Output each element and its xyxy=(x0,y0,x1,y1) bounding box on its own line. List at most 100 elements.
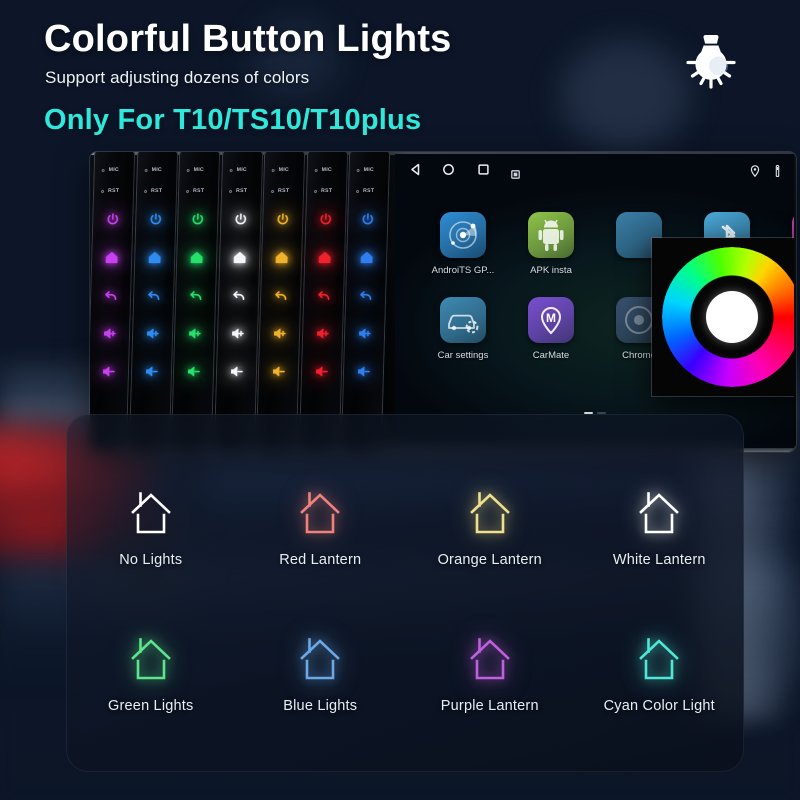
purple-strip-home-icon[interactable] xyxy=(100,246,123,268)
blue-strip-back-icon[interactable] xyxy=(141,284,164,306)
orange-strip-volume-up-icon[interactable] xyxy=(268,322,291,344)
page-subtitle: Support adjusting dozens of colors xyxy=(45,68,310,87)
android-screen: AndroiTS GP...APK instaluetoothBoo Car s… xyxy=(395,154,794,448)
blue-strip-volume-up-icon[interactable] xyxy=(140,322,163,344)
page-title: Colorful Button Lights xyxy=(44,18,452,60)
blue2-strip-volume-down-icon[interactable] xyxy=(352,360,375,382)
red-strip-volume-up-icon[interactable] xyxy=(310,322,333,344)
blue2-strip-home-icon[interactable] xyxy=(355,246,378,268)
gps-app-icon[interactable] xyxy=(440,212,486,258)
white-strip-power-icon[interactable] xyxy=(228,208,251,230)
color-option-label: Orange Lantern xyxy=(437,552,542,568)
color-option[interactable]: Orange Lantern xyxy=(405,486,575,568)
color-preview-swatch[interactable] xyxy=(706,291,758,343)
color-option[interactable]: White Lantern xyxy=(575,486,745,568)
red-strip: MIC RST xyxy=(298,152,348,452)
color-option-label: White Lantern xyxy=(612,552,706,568)
color-option[interactable]: No Lights xyxy=(66,486,236,568)
green-strip-home-icon[interactable] xyxy=(185,246,208,268)
android-navbar xyxy=(395,154,794,188)
blue2-strip-power-icon[interactable] xyxy=(356,208,379,230)
white-strip-home-icon[interactable] xyxy=(227,246,250,268)
red-strip-power-icon[interactable] xyxy=(313,208,336,230)
white-strip-volume-up-icon[interactable] xyxy=(225,322,248,344)
color-option-label: No Lights xyxy=(119,552,183,568)
car-head-unit: MIC RST MIC RST MIC RST MIC RST MIC RST MIC RST MIC R… xyxy=(90,152,796,452)
color-option[interactable]: Red Lantern xyxy=(236,486,406,568)
green-strip-back-icon[interactable] xyxy=(184,284,207,306)
rst-label: RST xyxy=(362,188,375,194)
orange-strip: MIC RST xyxy=(255,152,306,452)
rst-label: RST xyxy=(192,188,205,194)
color-option-label: Blue Lights xyxy=(283,698,358,714)
purple-strip-back-icon[interactable] xyxy=(99,284,122,306)
color-option[interactable]: Purple Lantern xyxy=(405,632,575,714)
lantern-home-icon xyxy=(236,486,406,538)
blue-strip: MIC RST xyxy=(128,152,178,452)
signal-icon xyxy=(773,164,782,182)
blue-strip-volume-down-icon[interactable] xyxy=(139,360,162,382)
color-option-label: Green Lights xyxy=(108,698,194,714)
purple-strip-power-icon[interactable] xyxy=(101,208,124,230)
rst-label: RST xyxy=(107,188,120,194)
red-strip-volume-down-icon[interactable] xyxy=(309,360,332,382)
lantern-home-icon xyxy=(236,632,406,684)
green-strip-power-icon[interactable] xyxy=(186,208,209,230)
location-pin-icon xyxy=(750,164,760,182)
recents-nav-icon[interactable] xyxy=(477,163,490,181)
blue2-strip-back-icon[interactable] xyxy=(354,284,377,306)
mic-label: MIC xyxy=(151,167,162,173)
light-bulb-icon xyxy=(674,26,748,96)
car-settings-icon[interactable] xyxy=(440,297,486,343)
rst-label: RST xyxy=(320,188,332,194)
red-strip-home-icon[interactable] xyxy=(312,246,335,268)
blue2-strip-volume-up-icon[interactable] xyxy=(353,322,376,344)
app-apk-installer-icon[interactable]: APK insta xyxy=(509,212,593,276)
mic-label: MIC xyxy=(321,167,332,173)
rst-label: RST xyxy=(277,188,290,194)
blue-strip-power-icon[interactable] xyxy=(143,208,166,230)
app-carmate-icon[interactable]: M CarMate xyxy=(509,297,593,361)
green-strip-volume-down-icon[interactable] xyxy=(182,360,205,382)
mic-label: MIC xyxy=(278,167,290,173)
color-options-grid: No Lights Red Lantern Orange Lantern Whi… xyxy=(66,486,744,714)
app-label: AndroiTS GP... xyxy=(431,265,495,276)
screenshot-nav-icon[interactable] xyxy=(511,166,520,184)
orange-strip-home-icon[interactable] xyxy=(270,246,293,268)
back-nav-icon[interactable] xyxy=(409,163,422,181)
header: Colorful Button Lights Support adjusting… xyxy=(0,0,800,150)
product-banner: Colorful Button Lights Support adjusting… xyxy=(0,0,800,800)
mic-label: MIC xyxy=(236,167,247,173)
purple-strip-volume-up-icon[interactable] xyxy=(98,322,121,344)
red-strip-back-icon[interactable] xyxy=(311,284,334,306)
purple-strip-volume-down-icon[interactable] xyxy=(97,360,120,382)
home-nav-icon[interactable] xyxy=(442,163,455,181)
mic-label: MIC xyxy=(108,167,120,173)
blue2-strip: MIC RST xyxy=(340,152,391,452)
mic-label: MIC xyxy=(363,167,375,173)
button-strips: MIC RST MIC RST MIC RST MIC RST MIC RST MIC RST MIC R… xyxy=(90,152,395,452)
color-option[interactable]: Cyan Color Light xyxy=(575,632,745,714)
color-option-label: Red Lantern xyxy=(279,552,362,568)
orange-strip-power-icon[interactable] xyxy=(271,208,294,230)
app-gps-app-icon[interactable]: AndroiTS GP... xyxy=(421,212,505,276)
green-strip-volume-up-icon[interactable] xyxy=(183,322,206,344)
app-label: APK insta xyxy=(530,265,572,276)
white-strip-back-icon[interactable] xyxy=(226,284,249,306)
white-strip: MIC RST xyxy=(213,152,263,452)
apk-installer-icon[interactable] xyxy=(528,212,574,258)
orange-strip-back-icon[interactable] xyxy=(269,284,292,306)
color-wheel-picker[interactable] xyxy=(652,238,794,396)
blue-strip-home-icon[interactable] xyxy=(142,246,165,268)
carmate-icon[interactable]: M xyxy=(528,297,574,343)
color-option[interactable]: Blue Lights xyxy=(236,632,406,714)
rst-label: RST xyxy=(235,188,247,194)
lantern-home-icon xyxy=(405,632,575,684)
orange-strip-volume-down-icon[interactable] xyxy=(267,360,290,382)
app-car-settings-icon[interactable]: Car settings xyxy=(421,297,505,361)
white-strip-volume-down-icon[interactable] xyxy=(224,360,247,382)
green-strip: MIC RST xyxy=(170,152,221,452)
color-option-label: Purple Lantern xyxy=(440,698,539,714)
color-option[interactable]: Green Lights xyxy=(66,632,236,714)
color-option-label: Cyan Color Light xyxy=(603,698,715,714)
